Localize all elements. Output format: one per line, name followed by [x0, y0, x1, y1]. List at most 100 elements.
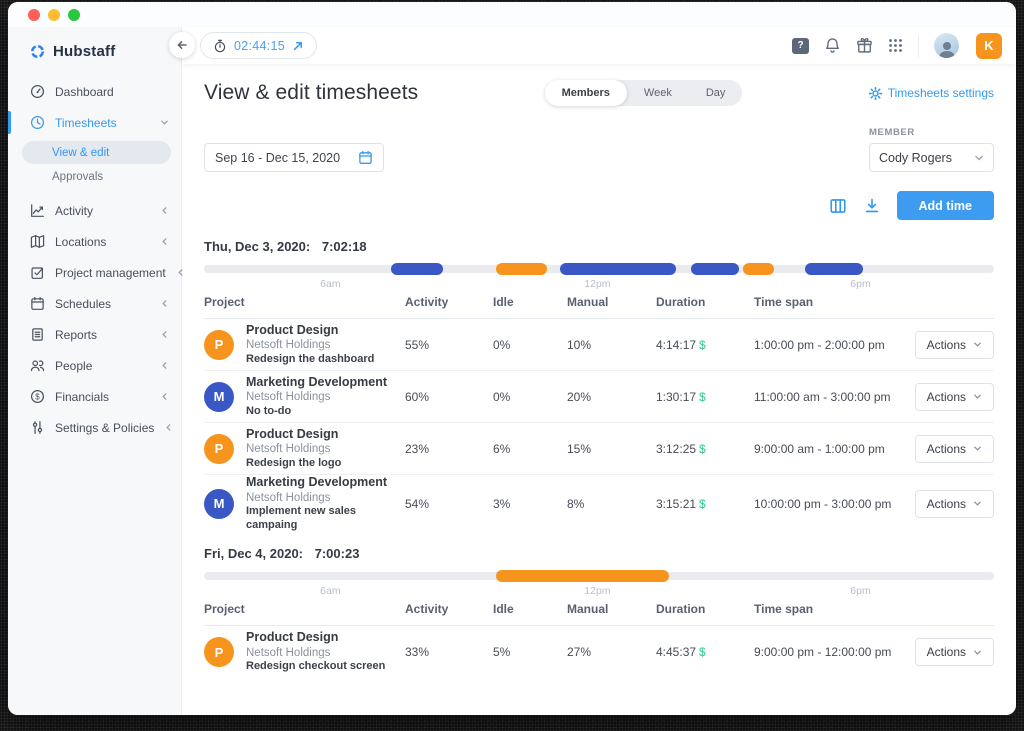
timesheet-row: P Product Design Netsoft Holdings Redesi…	[204, 319, 994, 371]
timespan-value: 9:00:00 am - 1:00:00 pm	[754, 441, 885, 456]
day-date: Fri, Dec 4, 2020:	[204, 546, 303, 561]
actions-button[interactable]: Actions	[914, 489, 994, 518]
chevron-left-icon	[164, 423, 173, 432]
col-timespan: Time span	[754, 295, 814, 309]
timespan-value: 9:00:00 pm - 12:00:00 pm	[754, 645, 892, 659]
timer-widget[interactable]: 02:44:15	[200, 32, 318, 59]
idle-value: 0%	[493, 337, 511, 352]
columns-button[interactable]	[829, 197, 847, 215]
task-name: Redesign checkout screen	[246, 660, 386, 673]
timeline-segment-blue[interactable]	[690, 263, 739, 275]
timeline-segment-blue[interactable]	[805, 263, 863, 275]
col-idle: Idle	[493, 602, 514, 616]
timesheets-settings-link[interactable]: Timesheets settings	[868, 86, 994, 100]
sidebar-item-label: Financials	[55, 389, 110, 404]
day-date: Thu, Dec 3, 2020:	[204, 239, 311, 254]
notifications-button[interactable]	[824, 37, 841, 54]
client-name: Netsoft Holdings	[246, 491, 331, 504]
zoom-window-button[interactable]	[68, 8, 80, 21]
task-name: Redesign the logo	[246, 456, 342, 469]
tab-week[interactable]: Week	[627, 80, 689, 106]
topbar: 02:44:15 ? K	[169, 27, 1016, 64]
timeline-segment-blue[interactable]	[560, 263, 676, 275]
activity-icon	[31, 204, 44, 217]
activity-value: 55%	[405, 337, 430, 352]
apps-grid-button[interactable]	[888, 38, 903, 53]
calendar-icon	[359, 150, 372, 164]
idle-value: 3%	[493, 496, 511, 511]
sidebar-item-timesheets[interactable]: Timesheets	[8, 107, 181, 138]
task-name: Implement new sales campaing	[246, 505, 357, 531]
timesheet-row: M Marketing Development Netsoft Holdings…	[204, 371, 994, 423]
sidebar-item-financials[interactable]: $ Financials	[8, 381, 181, 412]
sidebar-item-activity[interactable]: Activity	[8, 195, 181, 226]
chevron-left-icon	[160, 237, 169, 246]
chevron-left-icon	[160, 361, 169, 370]
sidebar-item-locations[interactable]: Locations	[8, 226, 181, 257]
help-button[interactable]: ?	[792, 37, 809, 54]
chevron-down-icon	[974, 650, 981, 655]
window-titlebar	[8, 2, 1016, 27]
paid-indicator: $	[699, 496, 706, 511]
timespan-value: 11:00:00 am - 3:00:00 pm	[754, 389, 891, 404]
svg-text:$: $	[35, 392, 40, 401]
brand-name: Hubstaff	[53, 43, 116, 60]
user-avatar[interactable]	[934, 33, 959, 58]
col-manual: Manual	[567, 295, 609, 309]
arrow-left-icon	[177, 41, 187, 49]
idle-value: 6%	[493, 441, 511, 456]
timeline-ticks: 6am 12pm 6pm	[204, 275, 994, 290]
sidebar-item-settings-policies[interactable]: Settings & Policies	[8, 412, 181, 443]
export-button[interactable]	[863, 197, 881, 215]
timeline-segment-orange[interactable]	[495, 263, 547, 275]
financials-icon: $	[30, 389, 45, 404]
sidebar-item-label: Dashboard	[55, 84, 114, 99]
organization-badge[interactable]: K	[976, 32, 1002, 59]
day-section: Fri, Dec 4, 2020: 7:00:23 6am 12pm 6pm Pro…	[204, 546, 994, 678]
timeline-segment-orange[interactable]	[496, 570, 670, 582]
chevron-down-icon	[974, 501, 981, 506]
date-range-value: Sep 16 - Dec 15, 2020	[215, 150, 341, 165]
col-duration: Duration	[656, 295, 706, 309]
timeline-tick-label: 6am	[320, 585, 341, 597]
sidebar-item-schedules[interactable]: Schedules	[8, 288, 181, 319]
idle-value: 5%	[493, 645, 511, 659]
sidebar-item-reports[interactable]: Reports	[8, 319, 181, 350]
sidebar-item-project-management[interactable]: Project management	[8, 257, 183, 288]
actions-button[interactable]: Actions	[914, 382, 994, 411]
settings-sliders-icon	[32, 421, 43, 434]
collapse-sidebar-button[interactable]	[169, 32, 195, 58]
add-time-button[interactable]: Add time	[896, 191, 994, 220]
timeline-segment-blue[interactable]	[391, 263, 443, 275]
settings-link-label: Timesheets settings	[887, 86, 994, 100]
manual-value: 10%	[567, 337, 592, 352]
sidebar-item-approvals[interactable]: Approvals	[22, 165, 171, 188]
project-name: Product Design	[246, 426, 339, 441]
client-name: Netsoft Holdings	[246, 339, 331, 352]
active-indicator	[8, 111, 11, 134]
close-window-button[interactable]	[28, 8, 40, 21]
sidebar-item-people[interactable]: People	[8, 350, 181, 381]
tab-members[interactable]: Members	[544, 80, 627, 106]
paid-indicator: $	[699, 645, 706, 659]
tab-day[interactable]: Day	[689, 80, 743, 106]
columns-icon	[829, 198, 846, 213]
task-name: Redesign the dashboard	[246, 352, 375, 365]
chevron-down-icon	[975, 155, 983, 160]
gifts-button[interactable]	[856, 37, 873, 54]
sidebar-item-dashboard[interactable]: Dashboard	[8, 76, 181, 107]
sidebar-item-view-edit[interactable]: View & edit	[22, 141, 171, 164]
minimize-window-button[interactable]	[48, 8, 60, 21]
actions-button[interactable]: Actions	[914, 434, 994, 463]
table-header: Project Activity Idle Manual Duration Ti…	[204, 295, 994, 319]
member-select[interactable]: Cody Rogers	[869, 143, 994, 172]
sidebar: Hubstaff Dashboard Timesheets View & edi…	[8, 27, 183, 715]
date-range-input[interactable]: Sep 16 - Dec 15, 2020	[204, 143, 384, 172]
duration-value: 3:15:21 $	[656, 496, 706, 511]
timeline-segment-orange[interactable]	[742, 263, 774, 275]
actions-button[interactable]: Actions	[914, 330, 994, 359]
time-worked-timeline	[204, 570, 994, 582]
actions-button[interactable]: Actions	[914, 638, 994, 666]
sidebar-item-label: Settings & Policies	[55, 420, 155, 435]
timesheets-icon	[30, 115, 45, 130]
